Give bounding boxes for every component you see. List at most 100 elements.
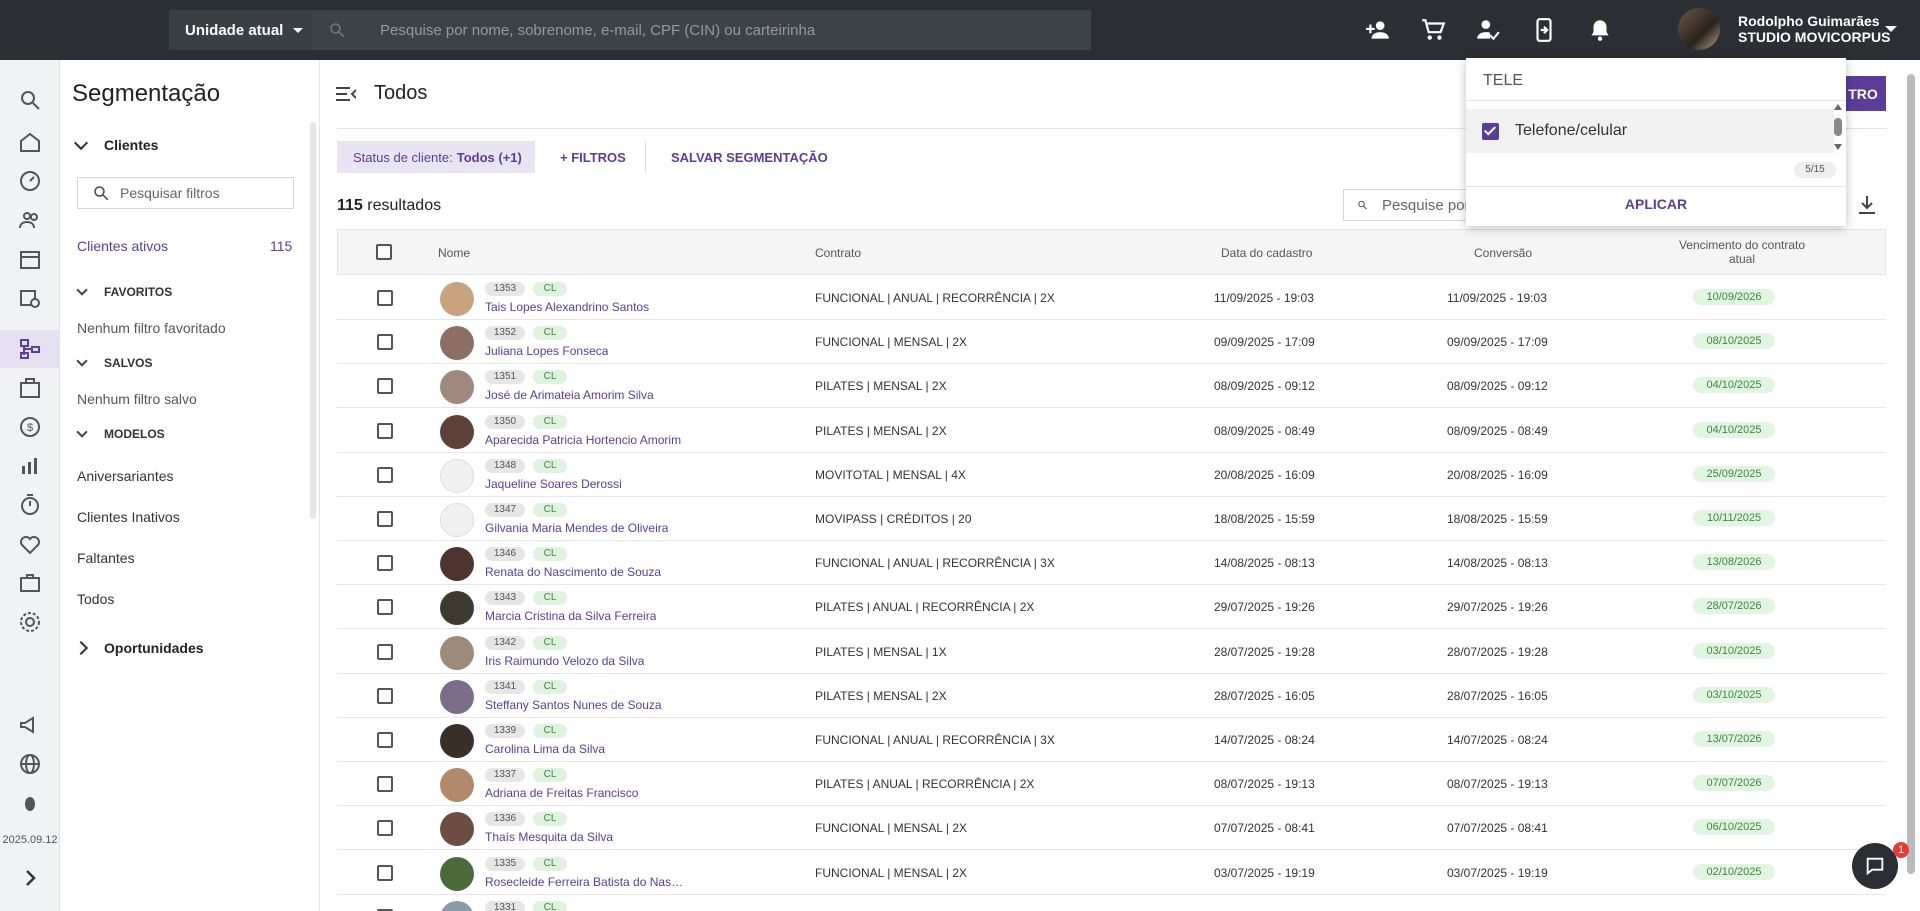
modelo-todos[interactable]: Todos (77, 591, 114, 607)
calendar-icon[interactable] (18, 247, 42, 271)
users-icon[interactable] (18, 208, 42, 232)
briefcase-icon[interactable] (18, 571, 42, 595)
client-name-link[interactable]: Thaís Mesquita da Silva (485, 830, 613, 844)
client-name-link[interactable]: Tais Lopes Alexandrino Santos (485, 300, 649, 314)
table-row[interactable]: 1347 CL Gilvania Maria Mendes de Oliveira M… (337, 497, 1886, 541)
active-clients-link[interactable]: Clientes ativos (77, 238, 168, 254)
row-checkbox[interactable] (377, 422, 393, 439)
reports-icon[interactable] (18, 454, 42, 478)
user-caret-icon[interactable] (1885, 26, 1897, 32)
client-name-link[interactable]: Adriana de Freitas Francisco (485, 786, 638, 800)
table-row[interactable]: 1346 CL Renata do Nascimento de Souza FUNCI… (337, 541, 1886, 586)
bell-icon[interactable] (1587, 17, 1613, 43)
row-checkbox[interactable] (377, 776, 393, 793)
section-modelos[interactable]: MODELOS (76, 426, 165, 441)
table-row[interactable]: 1335 CL Rosecleide Ferreira Batista do Nas… (337, 851, 1886, 895)
bug-icon[interactable] (18, 791, 42, 815)
unit-select[interactable]: Unidade atual (169, 10, 312, 50)
client-name-link[interactable]: Marcia Cristina da Silva Ferreira (485, 609, 656, 623)
table-row[interactable]: 1343 CL Marcia Cristina da Silva Ferreira P… (337, 585, 1886, 630)
scroll-down-icon[interactable] (1834, 144, 1842, 150)
filter-search-input[interactable] (120, 185, 290, 201)
filter-search[interactable] (77, 177, 294, 209)
col-name[interactable]: Nome (438, 246, 470, 260)
table-row[interactable]: 1331 CL (337, 895, 1886, 911)
table-search[interactable] (1343, 189, 1483, 221)
table-row[interactable]: 1339 CL Carolina Lima da Silva FUNCIONAL | … (337, 718, 1886, 762)
user-menu[interactable]: Rodolpho Guimarães STUDIO MOVICORPUS (1678, 8, 1890, 50)
apply-button[interactable]: APLICAR (1466, 196, 1846, 212)
download-icon[interactable] (1857, 194, 1877, 216)
megaphone-icon[interactable] (18, 713, 42, 737)
section-favoritos[interactable]: FAVORITOS (76, 284, 172, 299)
section-salvos[interactable]: SALVOS (76, 355, 152, 370)
client-name-link[interactable]: Aparecida Patricia Hortencio Amorim (485, 433, 681, 447)
row-checkbox[interactable] (377, 378, 393, 395)
device-icon[interactable] (1531, 17, 1557, 43)
table-row[interactable]: 1336 CL Thaís Mesquita da Silva FUNCIONAL |… (337, 806, 1886, 851)
user-check-icon[interactable] (1475, 17, 1501, 43)
dropdown-search-text[interactable]: TELE (1483, 72, 1523, 90)
client-name-link[interactable]: Juliana Lopes Fonseca (485, 344, 608, 358)
status-filter-chip[interactable]: Status de cliente: Todos (+1) (337, 141, 535, 173)
save-segmentation-button[interactable]: SALVAR SEGMENTAÇÃO (671, 150, 828, 165)
table-row[interactable]: 1350 CL Aparecida Patricia Hortencio Amori… (337, 409, 1886, 453)
sidebar-scrollbar[interactable] (310, 122, 316, 519)
table-row[interactable]: 1348 CL Jaqueline Soares Derossi MOVITOTAL … (337, 453, 1886, 497)
add-user-icon[interactable] (1365, 17, 1391, 43)
row-checkbox[interactable] (377, 466, 393, 483)
row-checkbox[interactable] (377, 511, 393, 527)
section-oportunidades[interactable]: Oportunidades (73, 640, 204, 656)
client-name-link[interactable]: Jaqueline Soares Derossi (485, 477, 622, 491)
finance-icon[interactable]: $ (18, 415, 42, 439)
collapse-menu-icon[interactable] (336, 86, 356, 102)
global-search-input[interactable] (380, 21, 1080, 39)
home-icon[interactable] (18, 130, 42, 154)
cart-icon[interactable] (1420, 17, 1446, 43)
modelo-clientes-inativos[interactable]: Clientes Inativos (77, 509, 180, 525)
schedule-icon[interactable] (18, 286, 42, 310)
row-checkbox[interactable] (377, 732, 393, 748)
table-row[interactable]: 1337 CL Adriana de Freitas Francisco PILATE… (337, 762, 1886, 807)
main-scrollbar[interactable] (1907, 74, 1915, 874)
client-name-link[interactable]: Gilvania Maria Mendes de Oliveira (485, 521, 668, 535)
table-row[interactable]: 1352 CL Juliana Lopes Fonseca FUNCIONAL | M… (337, 320, 1886, 365)
row-checkbox[interactable] (377, 643, 393, 660)
modelo-faltantes[interactable]: Faltantes (77, 550, 135, 566)
client-name-link[interactable]: Renata do Nascimento de Souza (485, 565, 661, 579)
select-all-checkbox[interactable] (376, 244, 392, 260)
client-name-link[interactable]: Iris Raimundo Velozo da Silva (485, 654, 644, 668)
row-checkbox[interactable] (377, 599, 393, 616)
gear-icon[interactable] (18, 610, 42, 634)
global-search[interactable] (312, 10, 1091, 50)
health-icon[interactable] (18, 532, 42, 556)
search-icon[interactable] (18, 88, 42, 112)
row-checkbox[interactable] (377, 555, 393, 572)
client-name-link[interactable]: Steffany Santos Nunes de Souza (485, 698, 662, 712)
table-row[interactable]: 1353 CL Tais Lopes Alexandrino Santos FUNCI… (337, 276, 1886, 320)
col-due[interactable]: Vencimento do contrato atual (1672, 238, 1812, 266)
dropdown-option-telefone[interactable]: Telefone/celular (1466, 109, 1834, 153)
dropdown-scrollbar[interactable] (1834, 118, 1842, 136)
row-checkbox[interactable] (377, 290, 393, 306)
row-checkbox[interactable] (377, 864, 393, 881)
checkbox-checked-icon[interactable] (1482, 122, 1499, 140)
client-name-link[interactable]: José de Arimateia Amorim Silva (485, 388, 654, 402)
table-row[interactable]: 1351 CL José de Arimateia Amorim Silva PILA… (337, 364, 1886, 409)
modelo-aniversariantes[interactable]: Aniversariantes (77, 468, 174, 484)
col-contract[interactable]: Contrato (815, 246, 861, 260)
segmentation-icon[interactable] (18, 337, 42, 361)
table-row[interactable]: 1341 CL Steffany Santos Nunes de Souza PILA… (337, 674, 1886, 718)
timer-icon[interactable] (18, 493, 42, 517)
table-row[interactable]: 1342 CL Iris Raimundo Velozo da Silva PILAT… (337, 630, 1886, 674)
col-conversion[interactable]: Conversão (1474, 246, 1532, 260)
section-clientes[interactable]: Clientes (73, 135, 158, 153)
col-registered[interactable]: Data do cadastro (1221, 246, 1312, 260)
row-checkbox[interactable] (377, 687, 393, 704)
row-checkbox[interactable] (377, 820, 393, 837)
scroll-up-icon[interactable] (1834, 104, 1842, 110)
add-filters-button[interactable]: + FILTROS (560, 150, 626, 165)
contracts-icon[interactable] (18, 376, 42, 400)
client-name-link[interactable]: Carolina Lima da Silva (485, 742, 605, 756)
row-checkbox[interactable] (377, 334, 393, 351)
